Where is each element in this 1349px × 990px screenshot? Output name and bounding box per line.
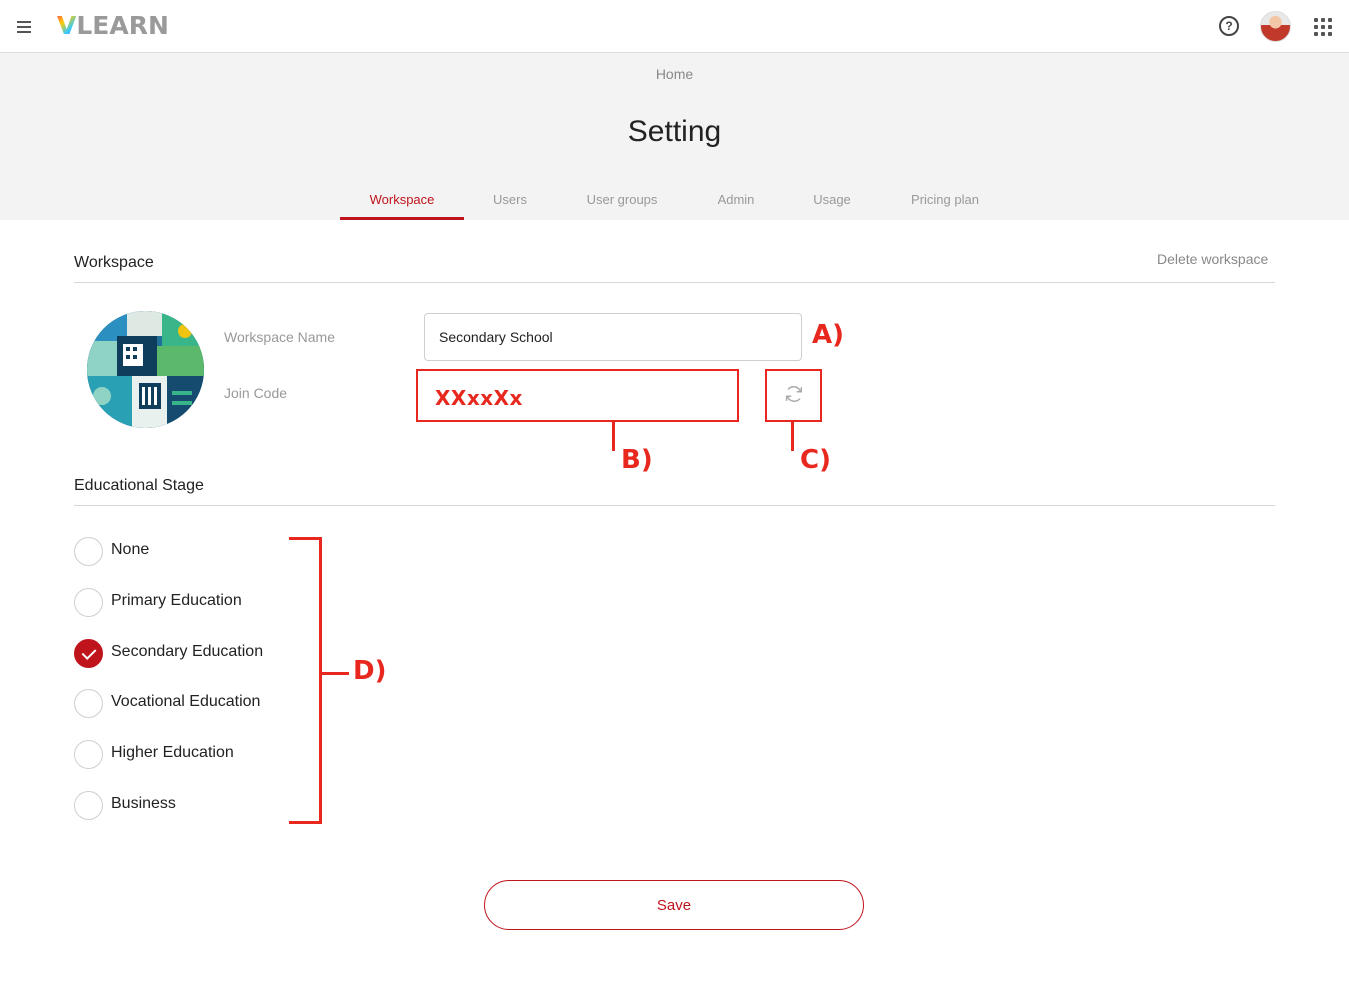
hamburger-menu-icon[interactable] [16, 18, 34, 34]
tab-admin[interactable]: Admin [706, 188, 766, 220]
stage-option-label: Secondary Education [111, 643, 264, 660]
stage-option-label: Business [111, 795, 176, 812]
annotation-d-bracket-bottom [289, 821, 322, 824]
tab-pricing-plan[interactable]: Pricing plan [902, 188, 988, 220]
radio-circle[interactable] [74, 791, 103, 820]
tab-usage[interactable]: Usage [802, 188, 862, 220]
page-title: Setting [627, 115, 722, 148]
annotation-c: C) [800, 445, 831, 475]
refresh-icon [785, 386, 803, 402]
annotation-b: B) [621, 445, 653, 475]
annotation-a: A) [812, 320, 845, 350]
workspace-divider [74, 282, 1275, 283]
radio-circle-checked[interactable] [74, 639, 103, 668]
stage-option-label: Higher Education [111, 744, 234, 761]
radio-circle[interactable] [74, 689, 103, 718]
apps-grid-icon[interactable] [1314, 18, 1332, 36]
workspace-name-input[interactable] [424, 313, 802, 361]
tab-user-groups[interactable]: User groups [576, 188, 668, 220]
tab-workspace[interactable]: Workspace [340, 188, 464, 220]
educational-stage-title: Educational Stage [74, 477, 204, 494]
top-bar: VLEARN ? [0, 0, 1349, 53]
annotation-d-tick [322, 672, 349, 675]
stage-option-label: None [111, 541, 150, 558]
join-code-value: XXxxXx [435, 386, 523, 410]
workspace-illustration [87, 311, 204, 428]
stage-option-label: Primary Education [111, 592, 242, 609]
annotation-d-bracket-side [319, 537, 322, 824]
workspace-section-title: Workspace [74, 254, 154, 271]
educational-stage-divider [74, 505, 1275, 506]
logo-text: LEARN [76, 11, 169, 40]
tab-users[interactable]: Users [474, 188, 546, 220]
stage-option-label: Vocational Education [111, 693, 261, 710]
user-avatar[interactable] [1260, 11, 1291, 42]
radio-circle[interactable] [74, 537, 103, 566]
vlearn-logo[interactable]: VLEARN [57, 12, 169, 40]
annotation-c-line [791, 421, 794, 451]
annotation-d-bracket-top [289, 537, 322, 540]
save-button[interactable]: Save [484, 880, 864, 930]
workspace-name-label: Workspace Name [224, 329, 336, 345]
breadcrumb[interactable]: Home [0, 66, 1349, 82]
radio-circle[interactable] [74, 740, 103, 769]
annotation-b-line [612, 421, 615, 451]
join-code-label: Join Code [224, 385, 288, 401]
workspace-image[interactable] [87, 311, 204, 428]
delete-workspace-link[interactable]: Delete workspace [1157, 251, 1268, 267]
help-circle-icon[interactable]: ? [1219, 16, 1239, 36]
logo-v: V [57, 11, 77, 40]
annotation-d: D) [353, 656, 387, 686]
radio-circle[interactable] [74, 588, 103, 617]
